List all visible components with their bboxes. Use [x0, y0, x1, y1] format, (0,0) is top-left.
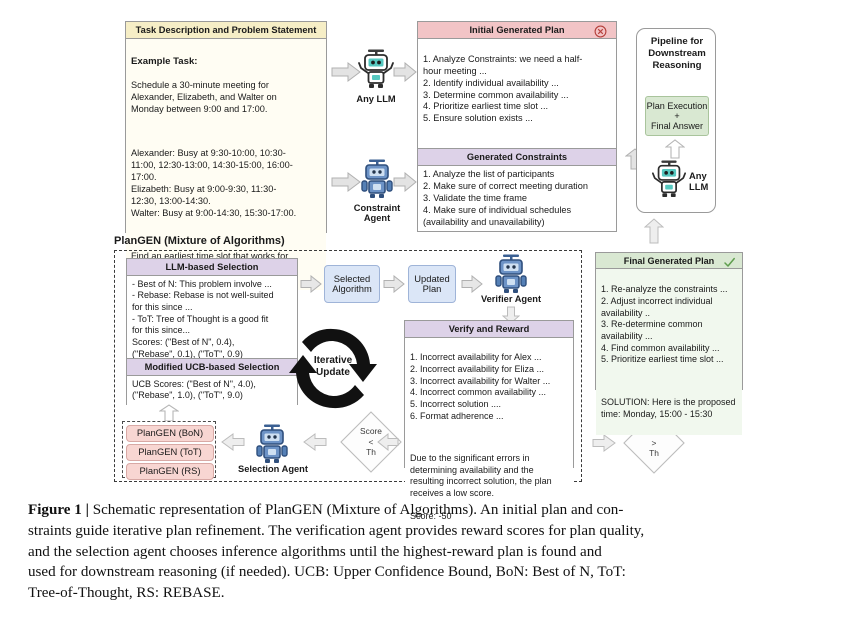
- constraint-agent-label: Constraint Agent: [353, 203, 401, 224]
- task-description-title: Task Description and Problem Statement: [126, 22, 326, 39]
- plangen-rs-pill[interactable]: PlanGEN (RS): [126, 463, 214, 480]
- ucb-selection-title: Modified UCB-based Selection: [127, 359, 297, 376]
- arrow-selected-algorithm-to-updated-plan: [383, 275, 405, 293]
- arrow-plangen-to-score-above: [592, 434, 616, 452]
- generated-constraints-body: 1. Analyze the list of participants 2. M…: [418, 165, 616, 232]
- verify-rationale: Due to the significant errors in determi…: [410, 452, 552, 498]
- final-plan-steps: 1. Re-analyze the constraints ... 2. Adj…: [601, 284, 728, 365]
- any-llm-label: Any LLM: [356, 94, 396, 104]
- task-schedule-text: Schedule a 30-minute meeting for Alexand…: [131, 80, 277, 114]
- arrow-any-llm-to-initial-plan: [393, 62, 417, 82]
- verify-and-reward-title: Verify and Reward: [405, 321, 573, 338]
- arrow-verify-to-score-below: [377, 433, 399, 451]
- robot-blue-icon: [495, 254, 527, 293]
- arrow-updated-plan-to-verifier: [461, 275, 483, 293]
- arrow-selection-agent-to-algorithms: [221, 433, 245, 451]
- final-plan-title: Final Generated Plan: [596, 253, 742, 270]
- plangen-bon-pill[interactable]: PlanGEN (BoN): [126, 425, 214, 442]
- generated-constraints-card: Generated Constraints 1. Analyze the lis…: [417, 148, 617, 232]
- initial-plan-title: Initial Generated Plan: [418, 22, 616, 39]
- example-task-label: Example Task:: [131, 55, 198, 67]
- caption-line-2: straints guide iterative plan refinement…: [28, 522, 645, 539]
- llm-based-selection-title: LLM-based Selection: [127, 259, 297, 276]
- task-busy-text: Alexander: Busy at 9:30-10:00, 10:30- 11…: [131, 147, 297, 218]
- robot-teal-icon: [358, 49, 394, 88]
- final-plan-card: Final Generated Plan 1. Re-analyze the c…: [595, 252, 743, 436]
- figure-caption: Figure 1 | Schematic representation of P…: [28, 500, 834, 604]
- task-description-card: Task Description and Problem Statement E…: [125, 21, 327, 291]
- figure-label: Figure 1 |: [28, 502, 89, 518]
- pipeline-panel: Pipeline for Downstream Reasoning Plan E…: [636, 28, 716, 213]
- ucb-selection-card: Modified UCB-based Selection UCB Scores:…: [126, 358, 298, 406]
- final-plan-body: 1. Re-analyze the constraints ... 2. Adj…: [596, 269, 742, 436]
- initial-plan-card: Initial Generated Plan 1. Analyze Constr…: [417, 21, 617, 197]
- final-plan-solution: SOLUTION: Here is the proposed time: Mon…: [601, 397, 736, 420]
- robot-blue-icon: [256, 424, 288, 463]
- ucb-selection-body: UCB Scores: ("Best of N", 4.0), ("Rebase…: [127, 375, 297, 406]
- plan-execution-box: Plan Execution + Final Answer: [645, 96, 709, 136]
- arrow-final-plan-to-pipeline: [644, 218, 664, 244]
- caption-line-5: Tree-of-Thought, RS: REBASE.: [28, 585, 225, 602]
- arrow-llm-to-plan-execution: [665, 139, 685, 159]
- selected-algorithm-box: Selected Algorithm: [324, 265, 380, 303]
- verify-items: 1. Incorrect availability for Alex ... 2…: [410, 352, 551, 421]
- arrow-constraint-agent-to-constraints: [393, 172, 417, 192]
- updated-plan-box: Updated Plan: [408, 265, 456, 303]
- pipeline-llm-agent: [650, 159, 688, 204]
- arrow-score-below-to-selection-agent: [303, 433, 327, 451]
- arrow-algorithms-to-ucb: [159, 404, 179, 422]
- robot-teal-icon: [651, 160, 687, 198]
- robot-blue-icon: [361, 159, 393, 198]
- pipeline-title: Pipeline for Downstream Reasoning: [648, 36, 706, 71]
- iterative-update-label: Iterative Update: [313, 355, 353, 378]
- verifier-agent-label: Verifier Agent: [480, 294, 542, 304]
- check-icon: [723, 256, 736, 272]
- selection-agent: [253, 423, 291, 470]
- verify-and-reward-card: Verify and Reward 1. Incorrect availabil…: [404, 320, 574, 538]
- initial-plan-steps: 1. Analyze Constraints: we need a half- …: [423, 53, 583, 124]
- arrow-selection-to-selected-algorithm: [300, 275, 322, 293]
- plangen-algorithms-group: PlanGEN (BoN) PlanGEN (ToT) PlanGEN (RS): [122, 421, 216, 480]
- plangen-title: PlanGEN (Mixture of Algorithms): [114, 235, 285, 247]
- arrow-task-to-constraint-agent: [331, 172, 361, 192]
- pipeline-llm-label: Any LLM: [689, 170, 709, 192]
- caption-line-3: and the selection agent chooses inferenc…: [28, 543, 602, 560]
- caption-line-1: Schematic representation of PlanGEN (Mix…: [92, 502, 624, 518]
- selection-agent-label: Selection Agent: [238, 464, 308, 474]
- generated-constraints-title: Generated Constraints: [418, 149, 616, 166]
- caption-line-4: used for downstream reasoning (if needed…: [28, 564, 626, 581]
- llm-based-selection-body: - Best of N: This problem involve ... - …: [127, 275, 297, 364]
- cross-circle-icon: [594, 25, 607, 41]
- llm-based-selection-card: LLM-based Selection - Best of N: This pr…: [126, 258, 298, 364]
- plangen-tot-pill[interactable]: PlanGEN (ToT): [126, 444, 214, 461]
- verifier-agent: [492, 253, 530, 300]
- figure-diagram: Task Description and Problem Statement E…: [0, 0, 860, 638]
